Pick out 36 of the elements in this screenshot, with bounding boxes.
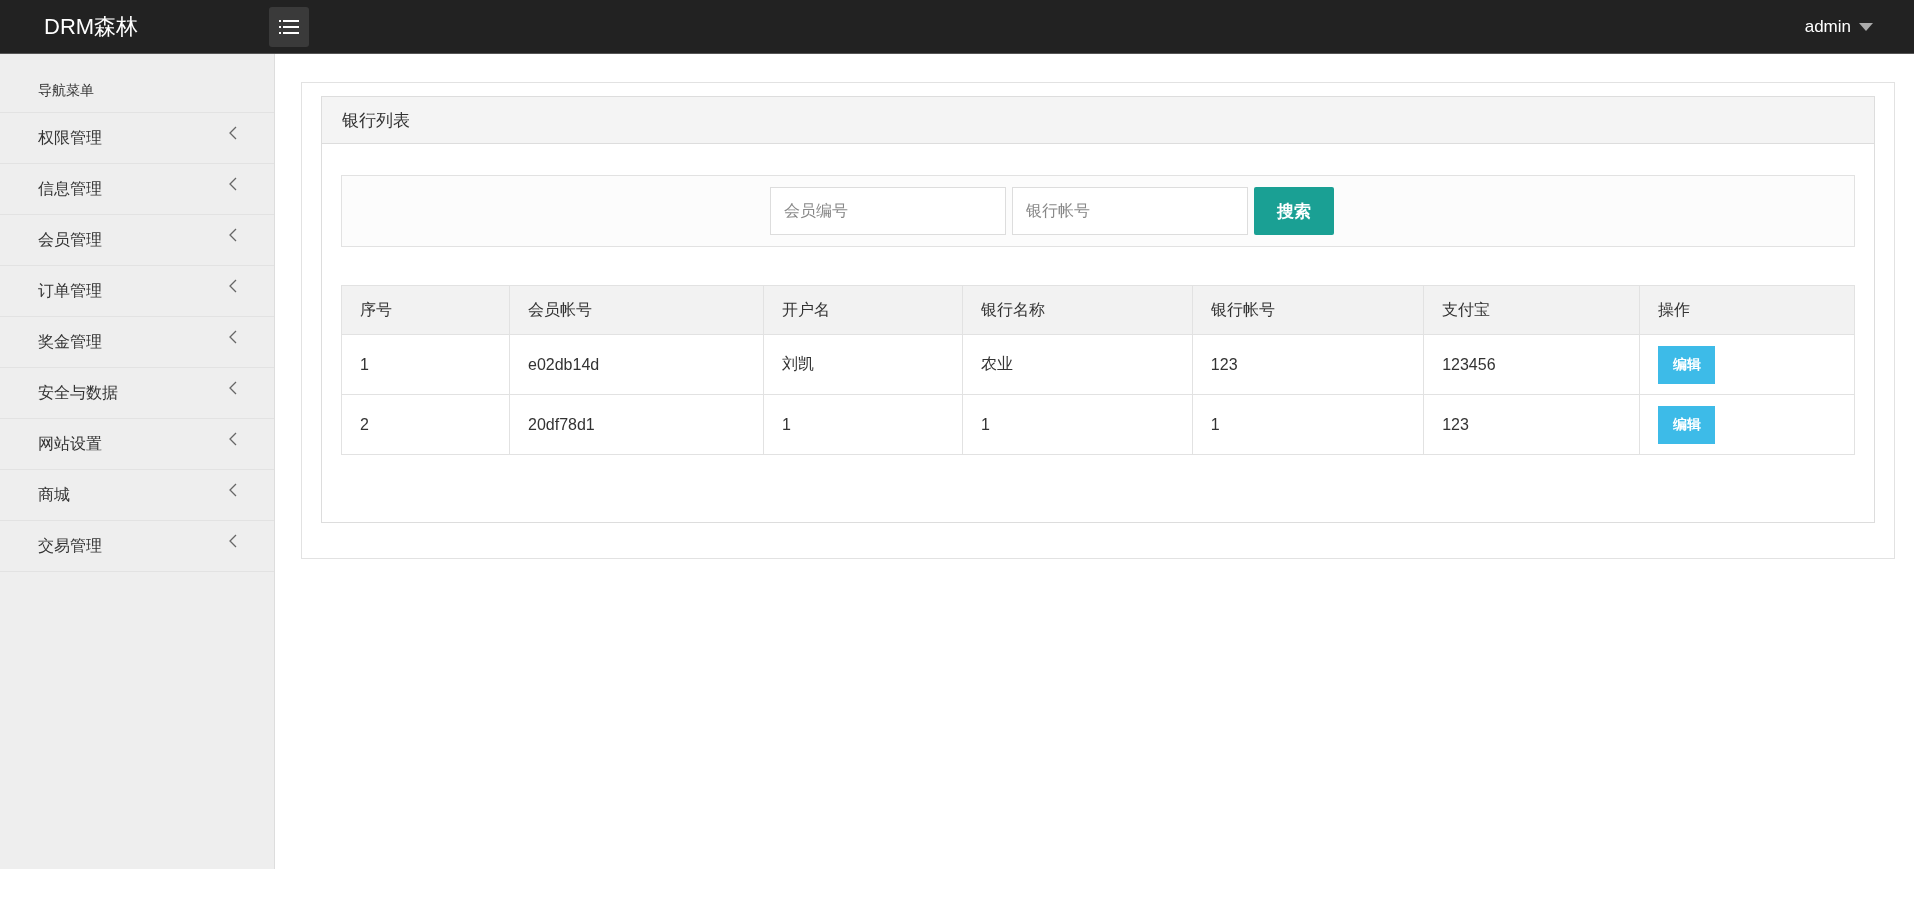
table-cell: 2 bbox=[341, 394, 510, 455]
brand-logo[interactable]: DRM森林 bbox=[44, 11, 269, 42]
table-cell: 1 bbox=[763, 394, 963, 455]
chevron-icon bbox=[228, 483, 238, 497]
menu-icon bbox=[279, 19, 299, 34]
caret-icon bbox=[1859, 22, 1873, 31]
chevron-icon bbox=[228, 177, 238, 191]
column-header: 序号 bbox=[341, 285, 510, 335]
chevron-icon bbox=[228, 279, 238, 293]
table-cell: 20df78d1 bbox=[509, 394, 764, 455]
table-cell: 刘凯 bbox=[763, 334, 963, 395]
column-header: 银行帐号 bbox=[1192, 285, 1424, 335]
chevron-icon bbox=[228, 432, 238, 446]
table-cell: 1 bbox=[1192, 394, 1424, 455]
chevron-icon bbox=[228, 126, 238, 140]
table-cell: 1 bbox=[341, 334, 510, 395]
column-header: 支付宝 bbox=[1423, 285, 1640, 335]
search-field[interactable]: 会员编号 bbox=[770, 187, 1006, 235]
table-cell: e02db14d bbox=[509, 334, 764, 395]
table-cell: 123 bbox=[1192, 334, 1424, 395]
user-menu[interactable]: admin bbox=[1804, 16, 1873, 37]
card-title: 银行列表 bbox=[342, 109, 410, 132]
search-field[interactable]: 银行帐号 bbox=[1012, 187, 1248, 235]
table-cell: 农业 bbox=[962, 334, 1193, 395]
menu-toggle-button[interactable] bbox=[269, 6, 309, 47]
chevron-icon bbox=[228, 381, 238, 395]
table-cell: 1 bbox=[962, 394, 1193, 455]
table-cell: 123 bbox=[1423, 394, 1640, 455]
column-header: 会员帐号 bbox=[509, 285, 764, 335]
column-header: 开户名 bbox=[763, 285, 963, 335]
column-header: 操作 bbox=[1639, 285, 1855, 335]
chevron-icon bbox=[228, 534, 238, 548]
column-header: 银行名称 bbox=[962, 285, 1193, 335]
chevron-icon bbox=[228, 228, 238, 242]
table-cell: 123456 bbox=[1423, 334, 1640, 395]
chevron-icon bbox=[228, 330, 238, 344]
